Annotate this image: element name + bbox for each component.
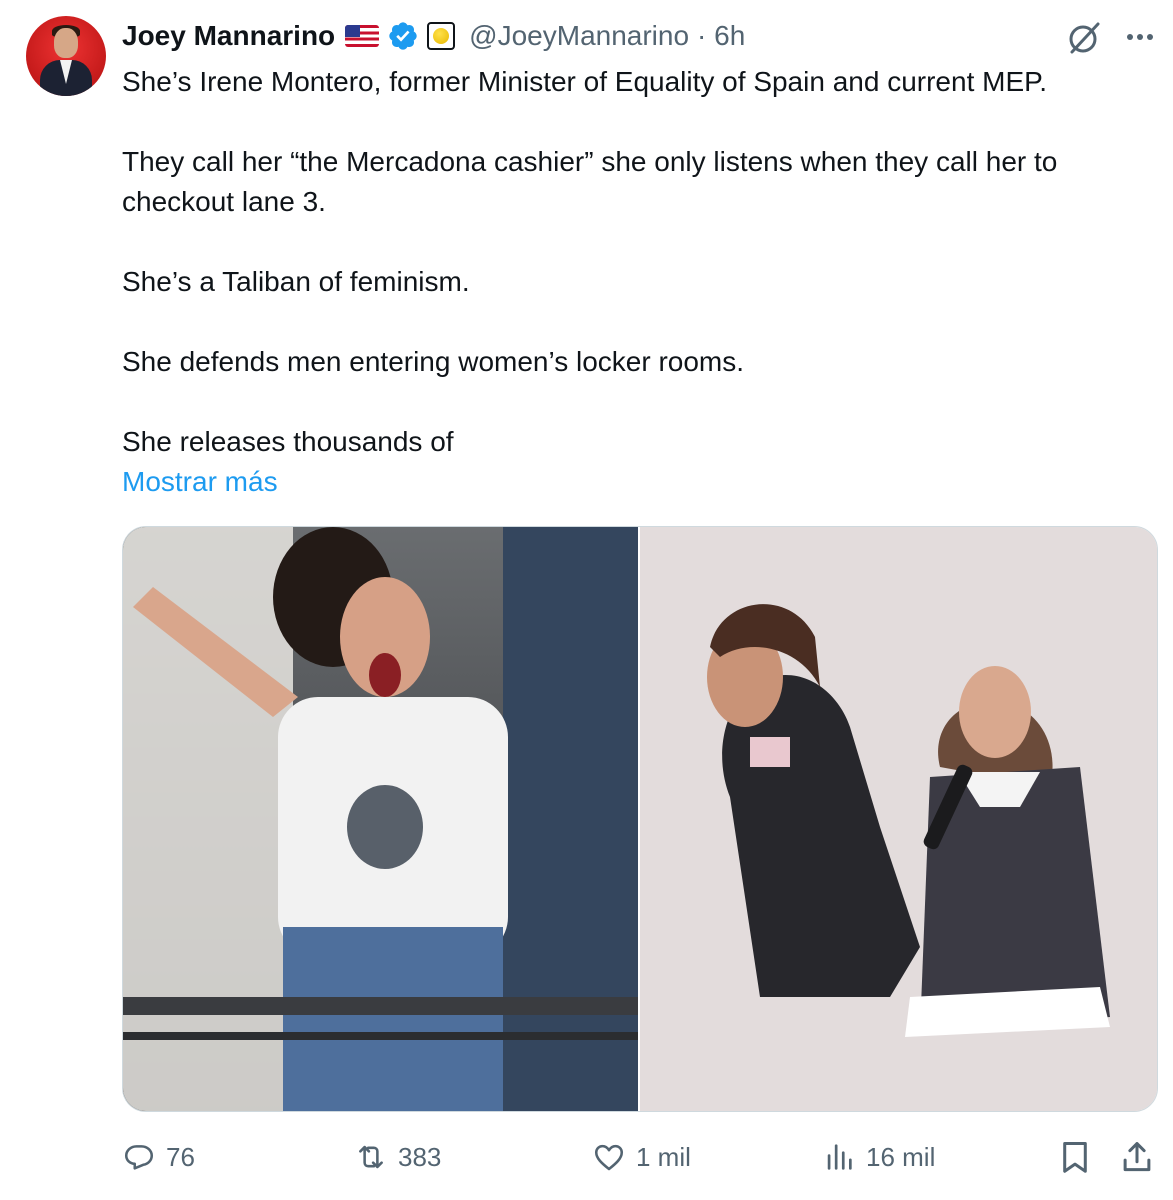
author-handle[interactable]: @JoeyMannarino: [469, 20, 689, 52]
tweet-paragraph: She defends men entering women’s locker …: [122, 346, 745, 377]
more-options-icon[interactable]: [1120, 20, 1160, 54]
views-button[interactable]: 16 mil: [822, 1134, 935, 1180]
tweet-text: She’s Irene Montero, former Minister of …: [122, 62, 1162, 502]
author-avatar[interactable]: [26, 16, 106, 96]
heart-icon: [594, 1144, 624, 1171]
tweet-paragraph: She’s Irene Montero, former Minister of …: [122, 66, 1047, 97]
views-count: 16 mil: [866, 1141, 936, 1172]
repost-icon: [359, 1145, 383, 1169]
like-button[interactable]: 1 mil: [592, 1134, 691, 1180]
us-flag-icon: [345, 25, 380, 47]
tweet-paragraph: She’s a Taliban of feminism.: [122, 266, 470, 297]
tweet-header: Joey Mannarino @JoeyMannarino · 6h: [122, 14, 745, 58]
share-icon[interactable]: [1118, 1138, 1156, 1176]
tweet-actions: 76 383 1 mil 16 mil: [122, 1134, 1158, 1180]
show-more-link[interactable]: Mostrar más: [122, 462, 1162, 502]
like-count: 1 mil: [636, 1141, 691, 1172]
author-name[interactable]: Joey Mannarino: [122, 20, 335, 52]
tweet-media[interactable]: [122, 526, 1158, 1112]
grok-icon[interactable]: [1064, 18, 1104, 58]
tweet-paragraph: They call her “the Mercadona cashier” sh…: [122, 146, 1058, 217]
views-chart-icon: [827, 1144, 852, 1170]
protest-photo-illustration: [123, 527, 638, 1111]
repost-count: 383: [398, 1141, 442, 1172]
tweet-time[interactable]: · 6h: [697, 20, 745, 52]
tweet-paragraph: She releases thousands of: [122, 426, 454, 457]
media-photo-protest[interactable]: [123, 527, 638, 1111]
reply-count: 76: [166, 1141, 195, 1172]
media-photo-couple[interactable]: [640, 527, 1157, 1111]
bookmark-icon[interactable]: [1056, 1138, 1094, 1176]
repost-button[interactable]: 383: [354, 1134, 441, 1180]
verified-badge-icon[interactable]: [387, 20, 419, 52]
reply-icon: [124, 1145, 154, 1170]
reply-button[interactable]: 76: [122, 1134, 195, 1180]
gold-badge-icon[interactable]: [427, 22, 456, 50]
couple-photo-illustration: [640, 527, 1157, 1111]
